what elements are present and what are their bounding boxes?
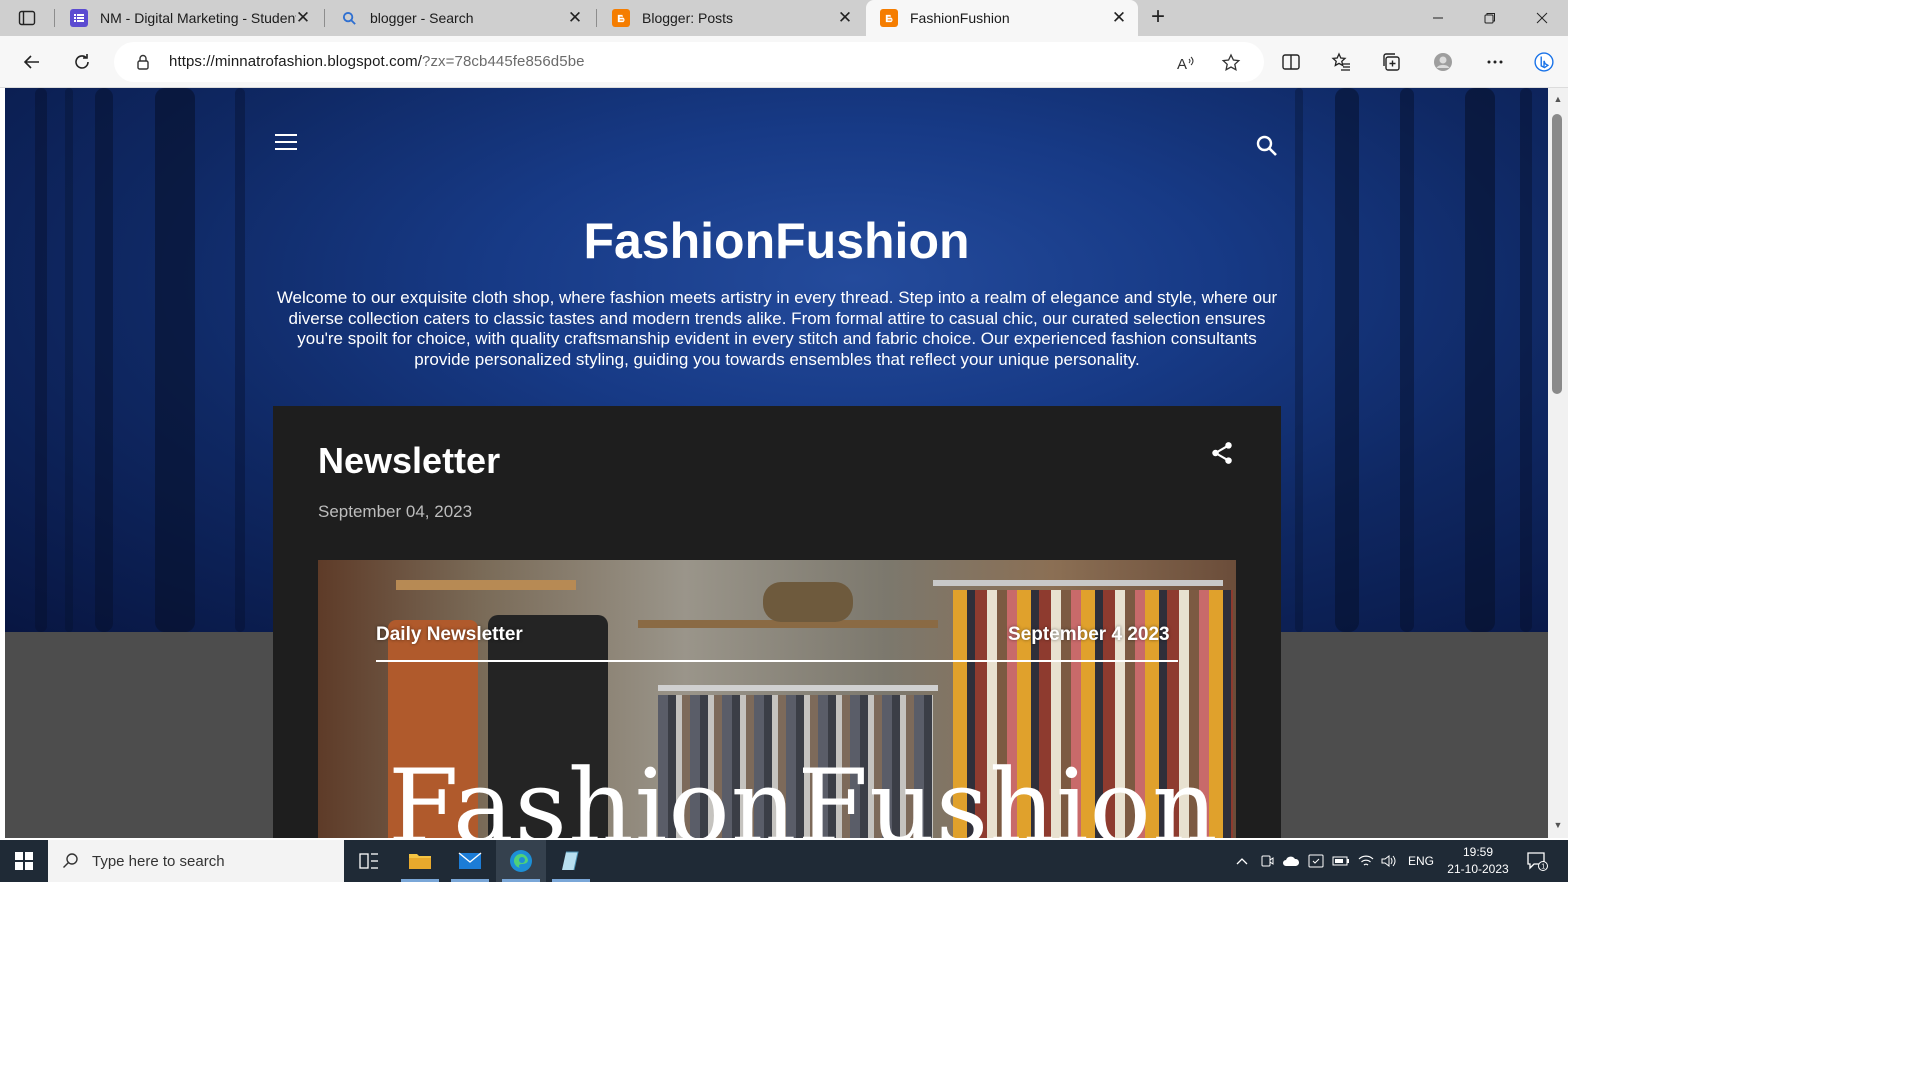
svg-text:A: A <box>1177 56 1187 73</box>
tab-title: blogger - Search <box>370 10 474 26</box>
search-icon[interactable] <box>1255 134 1279 158</box>
post-featured-image[interactable]: Daily Newsletter September 4 2023 Fashio… <box>318 560 1236 838</box>
collections-button[interactable] <box>1377 48 1405 76</box>
blog-title[interactable]: FashionFushion <box>5 212 1548 270</box>
clock-time: 19:59 <box>1462 845 1494 859</box>
file-explorer-button[interactable] <box>395 840 445 882</box>
bing-icon <box>1534 52 1554 72</box>
menu-hamburger-icon[interactable] <box>275 134 297 152</box>
system-clock[interactable]: 19:59 21-10-2023 <box>1440 844 1516 878</box>
mail-icon <box>458 852 482 869</box>
restore-icon <box>1484 13 1495 24</box>
image-label-daily-newsletter: Daily Newsletter <box>376 624 523 645</box>
edge-browser-button[interactable] <box>496 840 546 882</box>
windows-logo-icon <box>15 852 33 870</box>
profile-button[interactable] <box>1429 48 1457 76</box>
task-view-icon <box>359 853 378 869</box>
post-card: Newsletter September 04, 2023 Daily News… <box>273 406 1281 838</box>
close-icon[interactable]: ✕ <box>294 9 312 27</box>
bing-copilot-button[interactable] <box>1526 44 1562 80</box>
collections-icon <box>1383 53 1400 71</box>
favorite-star-icon[interactable] <box>1220 52 1242 74</box>
search-placeholder: Type here to search <box>92 852 225 870</box>
back-arrow-icon <box>23 55 39 69</box>
security-icon[interactable] <box>1305 840 1327 882</box>
post-title[interactable]: Newsletter <box>318 440 500 482</box>
wifi-icon[interactable] <box>1355 840 1377 882</box>
split-screen-icon <box>1282 54 1300 70</box>
onedrive-cloud-icon[interactable] <box>1280 840 1302 882</box>
blog-description: Welcome to our exquisite cloth shop, whe… <box>276 288 1278 369</box>
tab-title: FashionFushion <box>910 10 1010 26</box>
mail-button[interactable] <box>445 840 495 882</box>
folder-icon <box>409 854 431 869</box>
page-scrollbar[interactable]: ▲ ▼ <box>1548 88 1568 838</box>
tab-fashionfushion[interactable]: FashionFushion ✕ <box>866 0 1138 36</box>
image-brand-text: FashionFushion <box>388 748 1219 838</box>
lock-icon[interactable] <box>134 53 152 71</box>
refresh-icon <box>75 54 89 69</box>
scroll-up-arrow-icon[interactable]: ▲ <box>1552 94 1564 104</box>
notification-count: 1 <box>1541 864 1545 871</box>
windows-taskbar: Type here to search ENG 19:59 21-10-2023 <box>0 840 1568 882</box>
address-bar[interactable]: https://minnatrofashion.blogspot.com/?zx… <box>114 42 1264 82</box>
refresh-button[interactable] <box>68 48 96 76</box>
minimize-icon <box>1433 17 1443 19</box>
url-query: ?zx=78cb445fe856d5be <box>422 53 585 70</box>
image-label-date: September 4 2023 <box>1008 624 1170 645</box>
tab-actions-button[interactable] <box>8 6 46 30</box>
tab-blogger-search[interactable]: blogger - Search ✕ <box>326 0 594 36</box>
new-tab-button[interactable]: + <box>1146 5 1170 30</box>
tab-digital-marketing[interactable]: NM - Digital Marketing - Student ✕ <box>56 0 322 36</box>
url-text[interactable]: https://minnatrofashion.blogspot.com/?zx… <box>169 53 585 70</box>
notification-center-button[interactable]: 1 <box>1522 840 1552 882</box>
back-button[interactable] <box>18 48 46 76</box>
task-view-button[interactable] <box>344 840 394 882</box>
scroll-down-arrow-icon[interactable]: ▼ <box>1552 820 1564 830</box>
volume-icon[interactable] <box>1378 840 1400 882</box>
browser-toolbar: https://minnatrofashion.blogspot.com/?zx… <box>0 36 1568 88</box>
share-icon[interactable] <box>1209 440 1235 466</box>
battery-icon[interactable] <box>1330 840 1352 882</box>
notepad-icon <box>562 851 579 871</box>
taskbar-search-box[interactable]: Type here to search <box>48 840 344 882</box>
blogger-icon <box>612 9 630 27</box>
search-icon <box>340 9 358 27</box>
close-window-button[interactable] <box>1516 0 1568 36</box>
tab-strip: NM - Digital Marketing - Student ✕ blogg… <box>0 0 1568 36</box>
close-icon[interactable]: ✕ <box>1110 9 1128 27</box>
tab-blogger-posts[interactable]: Blogger: Posts ✕ <box>598 0 864 36</box>
split-screen-button[interactable] <box>1277 48 1305 76</box>
url-host: https://minnatrofashion.blogspot.com/ <box>169 53 423 70</box>
edge-icon <box>510 850 532 872</box>
image-divider <box>376 660 1178 662</box>
tab-title: Blogger: Posts <box>642 10 734 26</box>
minimize-button[interactable] <box>1412 0 1464 36</box>
page-viewport: FashionFushion Welcome to our exquisite … <box>5 88 1548 838</box>
scrollbar-thumb[interactable] <box>1552 114 1562 394</box>
show-hidden-icons-chevron-up-icon[interactable] <box>1232 840 1252 882</box>
restore-button[interactable] <box>1464 0 1516 36</box>
close-icon <box>1536 12 1548 24</box>
post-date[interactable]: September 04, 2023 <box>318 502 472 522</box>
notification-icon: 1 <box>1527 852 1548 871</box>
tab-title: NM - Digital Marketing - Student <box>100 10 296 26</box>
favorites-icon <box>1331 52 1350 71</box>
notes-app-button[interactable] <box>546 840 596 882</box>
tab-actions-icon <box>18 10 36 26</box>
settings-menu-button[interactable] <box>1481 48 1509 76</box>
start-button[interactable] <box>0 840 48 882</box>
clock-date: 21-10-2023 <box>1447 862 1509 876</box>
more-icon <box>1487 60 1503 64</box>
input-language-indicator[interactable]: ENG <box>1404 840 1438 882</box>
favorites-button[interactable] <box>1327 48 1355 76</box>
avatar-icon <box>1434 53 1452 71</box>
search-icon <box>63 853 78 868</box>
blogger-icon <box>880 9 898 27</box>
list-icon <box>70 9 88 27</box>
close-icon[interactable]: ✕ <box>836 9 854 27</box>
meet-now-icon[interactable] <box>1257 840 1277 882</box>
close-icon[interactable]: ✕ <box>566 9 584 27</box>
read-aloud-icon[interactable]: A <box>1175 52 1197 74</box>
